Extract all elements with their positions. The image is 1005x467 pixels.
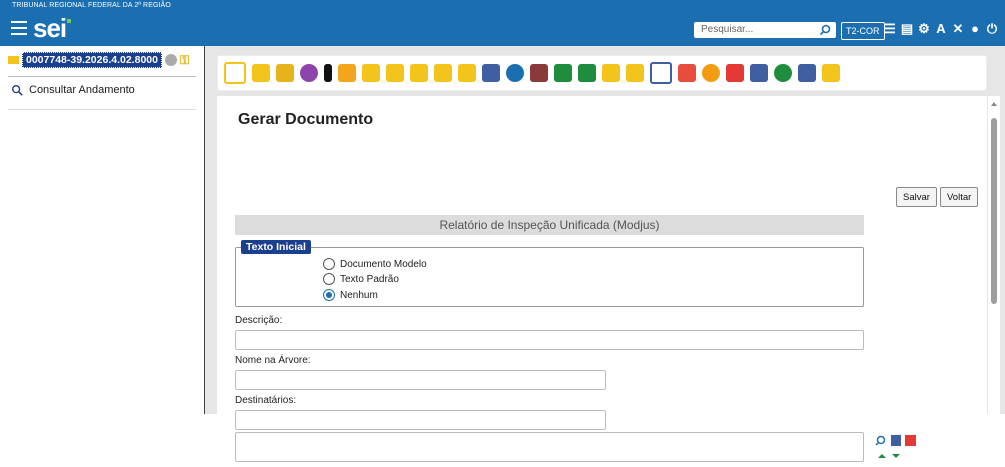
initial-text-legend: Texto Inicial: [241, 240, 311, 254]
description-input[interactable]: [235, 330, 864, 350]
recipients-actions: [875, 434, 935, 467]
document-type-bar: Relatório de Inspeção Unificada (Modjus): [235, 215, 864, 235]
logo[interactable]: sei: [33, 15, 72, 41]
close-folder-icon[interactable]: [678, 64, 696, 82]
user-icon[interactable]: ●: [968, 21, 982, 37]
radio-button[interactable]: [323, 289, 335, 301]
recipients-list[interactable]: [235, 432, 864, 462]
process-number[interactable]: 0007748-39.2026.4.02.8000: [22, 52, 162, 68]
radio-button[interactable]: [323, 258, 335, 270]
header: sei Pesquisar... T2-COR ☰ ▤ ⚙ A ✕ ● ⏻: [0, 12, 1005, 46]
folder-icon[interactable]: [458, 64, 476, 82]
radio-documento-modelo[interactable]: Documento Modelo: [323, 258, 427, 270]
tree-name-label: Nome na Árvore:: [235, 355, 311, 366]
grid-icon[interactable]: [554, 64, 572, 82]
calendar-icon[interactable]: ▤: [900, 21, 914, 37]
form-panel: Gerar Documento Salvar Voltar Relatório …: [217, 96, 987, 462]
folder-icon: [8, 56, 19, 64]
email-icon[interactable]: [482, 64, 500, 82]
search-icon[interactable]: [875, 435, 886, 446]
divider: [8, 109, 196, 110]
power-icon[interactable]: ⏻: [985, 21, 999, 37]
search-folder-icon[interactable]: [822, 64, 840, 82]
pause-folder-icon[interactable]: [626, 64, 644, 82]
remove-icon[interactable]: [905, 435, 916, 446]
new-document-icon[interactable]: [224, 62, 246, 84]
unit-selector[interactable]: T2-COR: [841, 22, 885, 40]
page-title: Gerar Documento: [238, 111, 374, 128]
description-label: Descrição:: [235, 315, 283, 326]
gear-icon[interactable]: ⚙: [917, 21, 931, 37]
key-icon[interactable]: ⚿: [180, 53, 189, 68]
search-icon: [12, 85, 23, 96]
star-folder-icon[interactable]: [434, 64, 452, 82]
process-tree-root[interactable]: 0007748-39.2026.4.02.8000 ⚿: [8, 52, 189, 68]
back-button[interactable]: Voltar: [940, 187, 979, 207]
clock-icon[interactable]: [774, 64, 792, 82]
hand-icon[interactable]: [324, 64, 332, 82]
search-icon[interactable]: [818, 23, 832, 37]
search-box[interactable]: Pesquisar...: [694, 22, 836, 38]
status-icon: [164, 54, 177, 66]
radio-button[interactable]: [323, 273, 335, 285]
menu-icon[interactable]: [11, 21, 27, 35]
tools-icon[interactable]: ✕: [951, 21, 965, 37]
move-down-icon[interactable]: [892, 454, 900, 458]
paper-icon[interactable]: [602, 64, 620, 82]
tag-icon[interactable]: [750, 64, 768, 82]
recipients-label: Destinatários:: [235, 395, 297, 406]
update-folder-icon[interactable]: [252, 64, 270, 82]
view-icon[interactable]: [300, 64, 318, 82]
recipients-input[interactable]: [235, 410, 606, 430]
sync-icon[interactable]: [506, 64, 524, 82]
process-toolbar: [217, 55, 987, 91]
info-folder-icon[interactable]: [386, 64, 404, 82]
move-up-icon[interactable]: [878, 454, 886, 458]
link-icon[interactable]: [650, 62, 672, 84]
send-folder-icon[interactable]: [362, 64, 380, 82]
map-icon[interactable]: [578, 64, 596, 82]
divider: [8, 76, 196, 77]
main-area: Gerar Documento Salvar Voltar Relatório …: [205, 46, 1005, 462]
scrollbar[interactable]: [988, 96, 1000, 414]
comment-icon[interactable]: [702, 64, 720, 82]
font-size-icon[interactable]: A: [934, 21, 948, 37]
search-input[interactable]: Pesquisar...: [701, 24, 753, 35]
user-folder-icon[interactable]: [410, 64, 428, 82]
tree-name-input[interactable]: [235, 370, 606, 390]
save-button[interactable]: Salvar: [896, 187, 937, 207]
plus-folder-icon[interactable]: [530, 64, 548, 82]
org-name: TRIBUNAL REGIONAL FEDERAL DA 2ª REGIÃO: [12, 2, 171, 9]
sidebar-item-label: Consultar Andamento: [29, 84, 135, 96]
scroll-up-icon[interactable]: [991, 102, 997, 106]
folder-settings-icon[interactable]: [276, 64, 294, 82]
sidebar-item-consultar-andamento[interactable]: Consultar Andamento: [11, 84, 135, 96]
sidebar: 0007748-39.2026.4.02.8000 ⚿ Consultar An…: [0, 46, 205, 414]
scroll-thumb[interactable]: [991, 118, 997, 304]
list-icon[interactable]: [798, 64, 816, 82]
edit-icon[interactable]: [891, 435, 901, 446]
org-strip: TRIBUNAL REGIONAL FEDERAL DA 2ª REGIÃO: [0, 0, 1005, 12]
radio-texto-padrao[interactable]: Texto Padrão: [323, 273, 399, 285]
list-icon[interactable]: ☰: [883, 21, 897, 37]
trash-icon[interactable]: [726, 64, 744, 82]
thumbs-icon[interactable]: [338, 64, 356, 82]
radio-nenhum[interactable]: Nenhum: [323, 289, 378, 301]
